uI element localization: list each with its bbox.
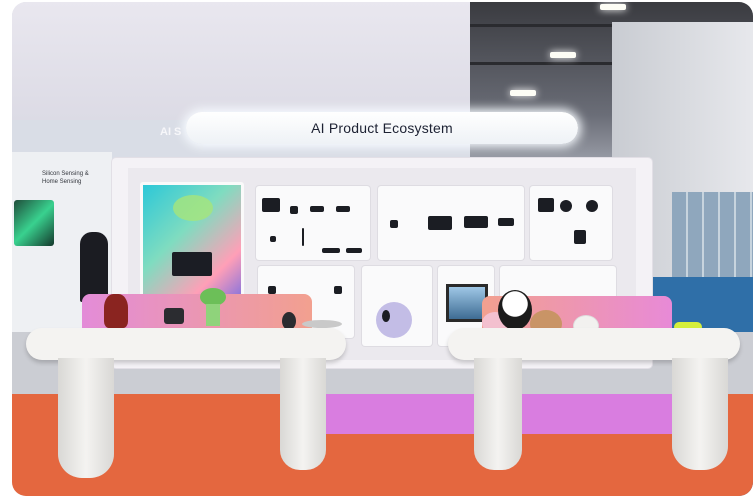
table-leg xyxy=(474,358,522,470)
device xyxy=(560,200,572,212)
device xyxy=(464,216,488,228)
device xyxy=(390,220,398,228)
ceiling-light xyxy=(550,52,576,58)
device xyxy=(336,206,350,212)
neighbor-text-line: Home Sensing xyxy=(42,179,82,185)
photo-frame-image xyxy=(449,287,485,319)
upper-wall xyxy=(12,2,470,120)
device xyxy=(270,236,276,242)
product-panel xyxy=(378,186,524,260)
device xyxy=(428,216,452,230)
table-leg xyxy=(58,358,114,478)
device xyxy=(262,198,280,212)
display-table xyxy=(448,328,740,360)
device xyxy=(290,206,298,214)
product-panel xyxy=(362,266,432,346)
ceiling-light xyxy=(510,90,536,96)
neighbor-booth-text: Silicon Sensing & Home Sensing xyxy=(42,170,89,186)
product-panel xyxy=(530,186,612,260)
panda-plush xyxy=(498,290,532,330)
booth-sign: AI Product Ecosystem xyxy=(186,112,578,144)
screen-graphic xyxy=(173,195,213,221)
photo-frame: Silicon Sensing & Home Sensing AI Produc… xyxy=(12,2,753,496)
red-pet-device xyxy=(104,294,128,328)
device xyxy=(310,206,324,212)
table-leg xyxy=(672,358,728,470)
product-panel xyxy=(256,186,370,260)
ceiling-light xyxy=(600,4,626,10)
device xyxy=(538,198,554,212)
device xyxy=(322,248,340,253)
table-leg xyxy=(280,358,326,470)
screen-tablet xyxy=(172,252,212,276)
booth-sign-title: AI Product Ecosystem xyxy=(311,120,453,136)
device xyxy=(586,200,598,212)
device xyxy=(302,320,342,328)
device xyxy=(268,286,276,294)
device xyxy=(302,228,304,246)
device xyxy=(334,286,342,294)
display-table xyxy=(26,328,346,360)
device xyxy=(376,302,412,338)
neighbor-display xyxy=(14,200,54,246)
device xyxy=(346,248,362,253)
device xyxy=(164,308,184,324)
visitor xyxy=(80,232,108,302)
device xyxy=(382,310,390,322)
device xyxy=(498,218,514,226)
green-bird-feeder-base xyxy=(206,304,220,326)
neighbor-text-line: Silicon Sensing & xyxy=(42,171,89,177)
side-sign-label: AI S xyxy=(160,126,182,138)
hall-windows xyxy=(672,192,753,282)
device xyxy=(574,230,586,244)
display-screen xyxy=(140,182,244,306)
